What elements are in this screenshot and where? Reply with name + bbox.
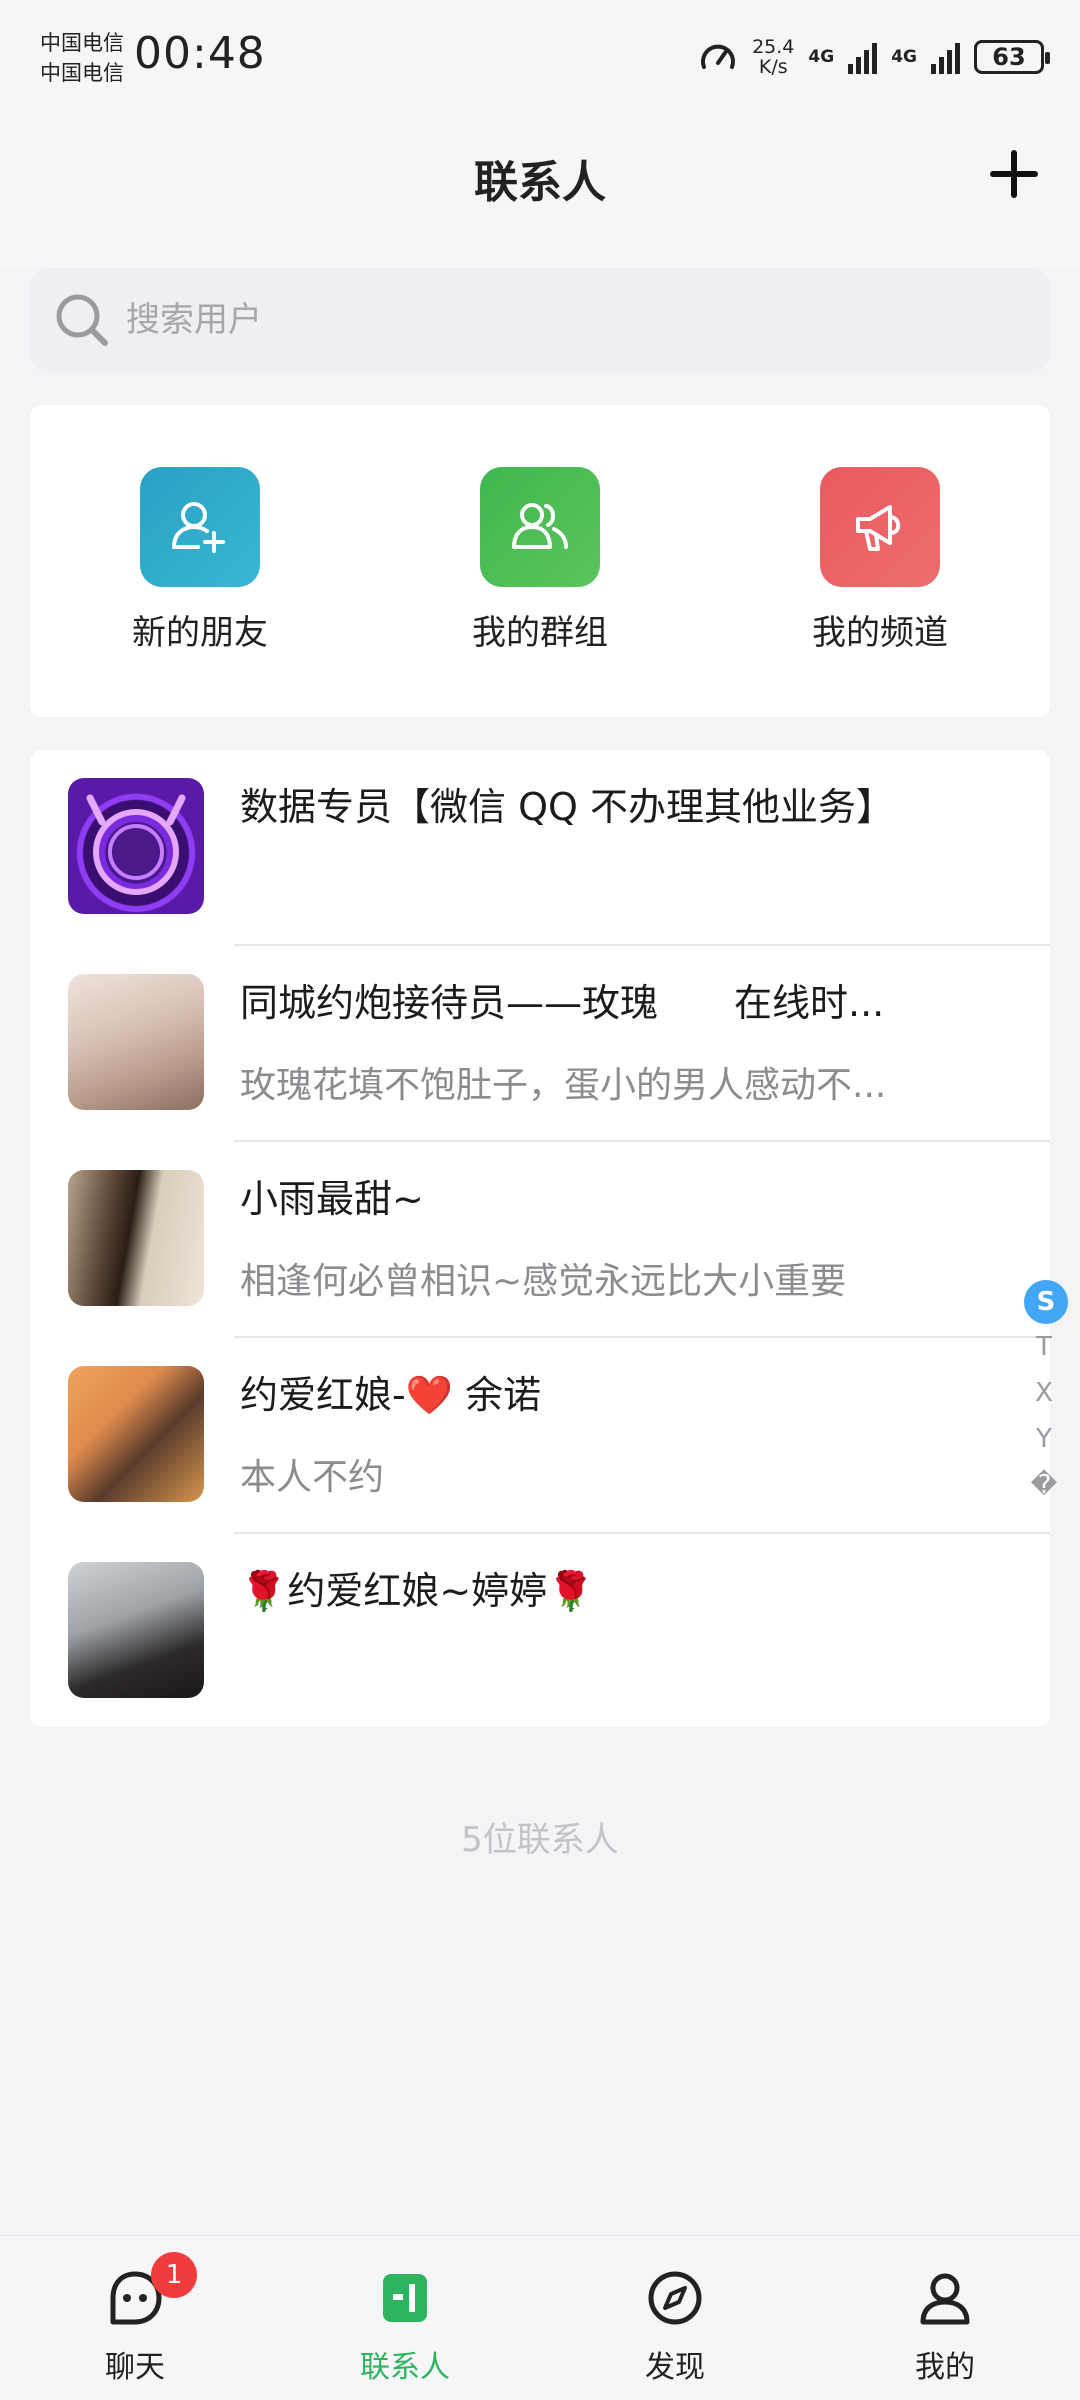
- battery-level: 63: [992, 43, 1026, 71]
- contact-item[interactable]: 🌹约爱红娘~婷婷🌹: [30, 1534, 1050, 1730]
- contact-item[interactable]: 同城约炮接待员——玫瑰 在线时... 玫瑰花填不饱肚子，蛋小的男人感动不...: [30, 946, 1050, 1142]
- carrier-info: 中国电信 中国电信: [40, 28, 124, 88]
- tab-me[interactable]: 我的: [845, 2236, 1045, 2400]
- index-letter-x[interactable]: X: [1024, 1370, 1064, 1416]
- new-friends-button[interactable]: 新的朋友: [80, 467, 320, 654]
- compass-icon: [645, 2268, 705, 2328]
- my-channels-label: 我的频道: [812, 613, 948, 653]
- tab-discover[interactable]: 发现: [575, 2236, 775, 2400]
- group-icon: [480, 467, 600, 587]
- megaphone-icon: [820, 467, 940, 587]
- signal-2-icon: [931, 40, 960, 74]
- index-letter-s[interactable]: S: [1024, 1280, 1068, 1324]
- user-icon: [915, 2268, 975, 2328]
- bottom-nav: 1 聊天 联系人 发现 我的: [0, 2235, 1080, 2400]
- net-type-1: 4G: [808, 47, 835, 67]
- contact-name: 🌹约爱红娘~婷婷🌹: [240, 1569, 595, 1613]
- signal-1-icon: [848, 40, 878, 74]
- contact-name: 约爱红娘-❤️ 余诺: [240, 1373, 542, 1417]
- header: 联系人: [0, 118, 1080, 268]
- contact-signature: 本人不约: [240, 1457, 385, 1498]
- status-indicators: 25.4 K/s 4G 4G 63: [698, 32, 1050, 82]
- add-user-icon: [140, 467, 260, 587]
- net-type-2: 4G: [891, 47, 917, 67]
- index-letter-t[interactable]: T: [1024, 1324, 1064, 1370]
- net-speed: 25.4 K/s: [752, 37, 794, 77]
- avatar: [68, 778, 204, 914]
- tab-me-label: 我的: [915, 2350, 975, 2385]
- tab-discover-label: 发现: [645, 2350, 705, 2385]
- alphabet-index[interactable]: S T X Y �: [1024, 1280, 1068, 1508]
- chat-icon: 1: [105, 2252, 197, 2328]
- speedometer-icon: [701, 44, 736, 69]
- net-speed-unit: K/s: [758, 56, 788, 78]
- my-groups-label: 我的群组: [472, 613, 608, 653]
- carrier-2: 中国电信: [40, 61, 124, 85]
- contact-signature: 玫瑰花填不饱肚子，蛋小的男人感动不...: [240, 1065, 887, 1106]
- add-contact-button[interactable]: [986, 146, 1042, 202]
- avatar: [68, 1170, 204, 1306]
- search-bar[interactable]: [30, 268, 1050, 372]
- search-input[interactable]: [126, 300, 926, 340]
- net-speed-value: 25.4: [752, 36, 795, 58]
- avatar: [68, 1366, 204, 1502]
- index-letter-other[interactable]: �: [1024, 1462, 1064, 1508]
- contact-list: 数据专员【微信 QQ 不办理其他业务】 同城约炮接待员——玫瑰 在线时... 玫…: [30, 750, 1050, 1727]
- contact-signature: 相逢何必曾相识~感觉永远比大小重要: [240, 1261, 847, 1302]
- quick-actions-card: 新的朋友 我的群组 我的频道: [30, 405, 1050, 717]
- carrier-1: 中国电信: [40, 31, 124, 55]
- my-groups-button[interactable]: 我的群组: [420, 467, 660, 654]
- unread-badge: 1: [151, 2252, 197, 2298]
- contact-item[interactable]: 数据专员【微信 QQ 不办理其他业务】: [30, 750, 1050, 946]
- contact-item[interactable]: 小雨最甜~ 相逢何必曾相识~感觉永远比大小重要: [30, 1142, 1050, 1338]
- tab-chat-label: 聊天: [105, 2350, 165, 2385]
- contact-count: 5位联系人: [461, 1820, 619, 1860]
- index-letter-y[interactable]: Y: [1024, 1416, 1064, 1462]
- page-title: 联系人: [474, 157, 606, 208]
- battery-icon: 63: [974, 40, 1050, 74]
- contact-name: 小雨最甜~: [240, 1177, 424, 1221]
- avatar: [68, 974, 204, 1110]
- status-time: 00:48: [134, 28, 266, 79]
- my-channels-button[interactable]: 我的频道: [760, 467, 1000, 654]
- avatar: [68, 1562, 204, 1698]
- tab-contacts[interactable]: 联系人: [305, 2236, 505, 2400]
- contact-name: 数据专员【微信 QQ 不办理其他业务】: [240, 785, 894, 829]
- status-bar: 中国电信 中国电信 00:48 25.4 K/s 4G 4G 63: [0, 0, 1080, 118]
- tab-contacts-label: 联系人: [360, 2350, 450, 2385]
- contact-item[interactable]: 约爱红娘-❤️ 余诺 本人不约: [30, 1338, 1050, 1534]
- search-icon: [52, 290, 112, 350]
- tab-chat[interactable]: 1 聊天: [35, 2236, 235, 2400]
- contacts-icon: [375, 2268, 435, 2328]
- contact-name: 同城约炮接待员——玫瑰 在线时...: [240, 981, 885, 1025]
- new-friends-label: 新的朋友: [132, 613, 268, 653]
